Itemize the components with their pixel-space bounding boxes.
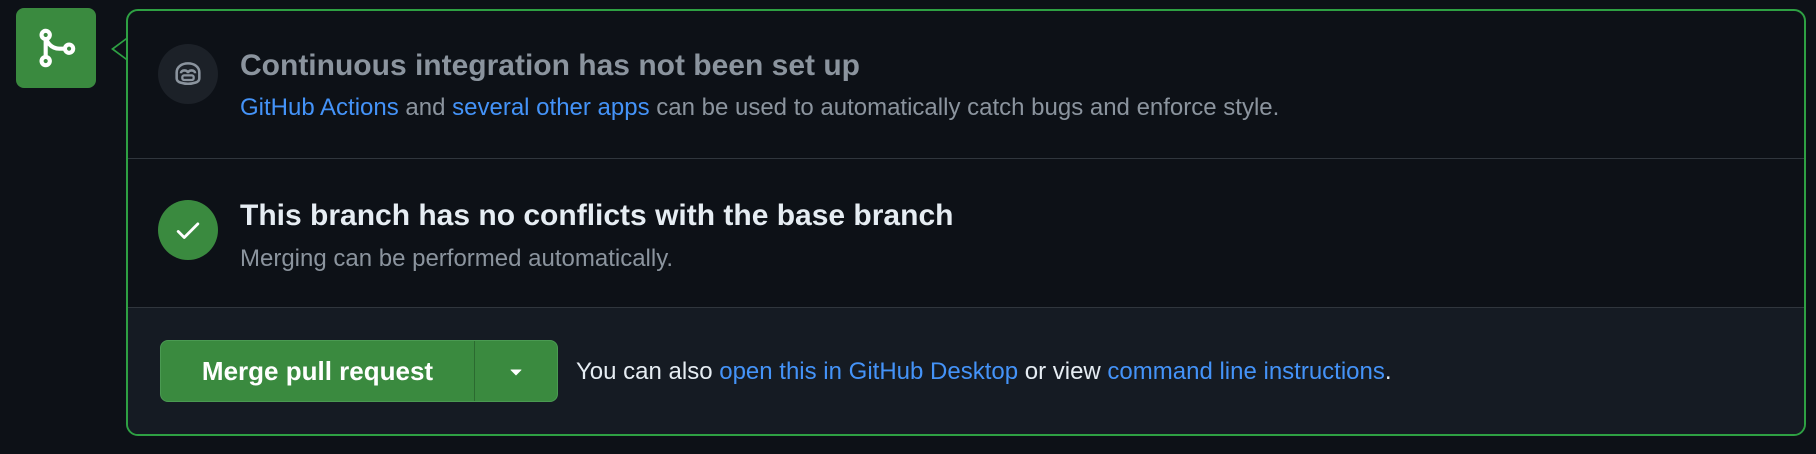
note-suffix: .: [1384, 358, 1392, 385]
ci-icon-circle: [158, 44, 218, 104]
copilot-icon: [175, 62, 201, 86]
triangle-down-icon: [510, 369, 522, 376]
github-actions-link[interactable]: GitHub Actions: [240, 94, 399, 121]
ci-title: Continuous integration has not been set …: [240, 49, 860, 82]
open-in-desktop-link[interactable]: open this in GitHub Desktop: [719, 358, 1018, 385]
merge-method-dropdown-button[interactable]: [475, 341, 557, 401]
note-middle: or view: [1018, 358, 1108, 385]
git-merge-badge: [16, 8, 96, 88]
merge-button-group: Merge pull request: [160, 340, 558, 402]
merge-pull-request-button[interactable]: Merge pull request: [161, 341, 475, 401]
merge-status-panel: Continuous integration has not been set …: [126, 9, 1806, 436]
ci-text-rest: can be used to automatically catch bugs …: [649, 94, 1280, 121]
ci-text-and: and: [398, 94, 453, 121]
ci-status-section: Continuous integration has not been set …: [128, 11, 1804, 159]
git-merge-icon: [39, 28, 76, 68]
ci-description: GitHub Actions and several other apps ca…: [240, 94, 1279, 122]
other-apps-link[interactable]: several other apps: [452, 94, 649, 121]
conflicts-icon-circle: [158, 200, 218, 260]
conflicts-title: This branch has no conflicts with the ba…: [240, 199, 954, 232]
check-icon: [176, 222, 200, 239]
panel-pointer: [111, 38, 126, 60]
conflicts-subtitle: Merging can be performed automatically.: [240, 245, 674, 272]
note-prefix: You can also: [576, 358, 720, 385]
conflicts-status-section: This branch has no conflicts with the ba…: [128, 159, 1804, 308]
merge-action-section: Merge pull request You can also open thi…: [128, 308, 1804, 434]
merge-alternatives-note: You can also open this in GitHub Desktop…: [576, 358, 1392, 386]
command-line-instructions-link[interactable]: command line instructions: [1107, 358, 1384, 385]
